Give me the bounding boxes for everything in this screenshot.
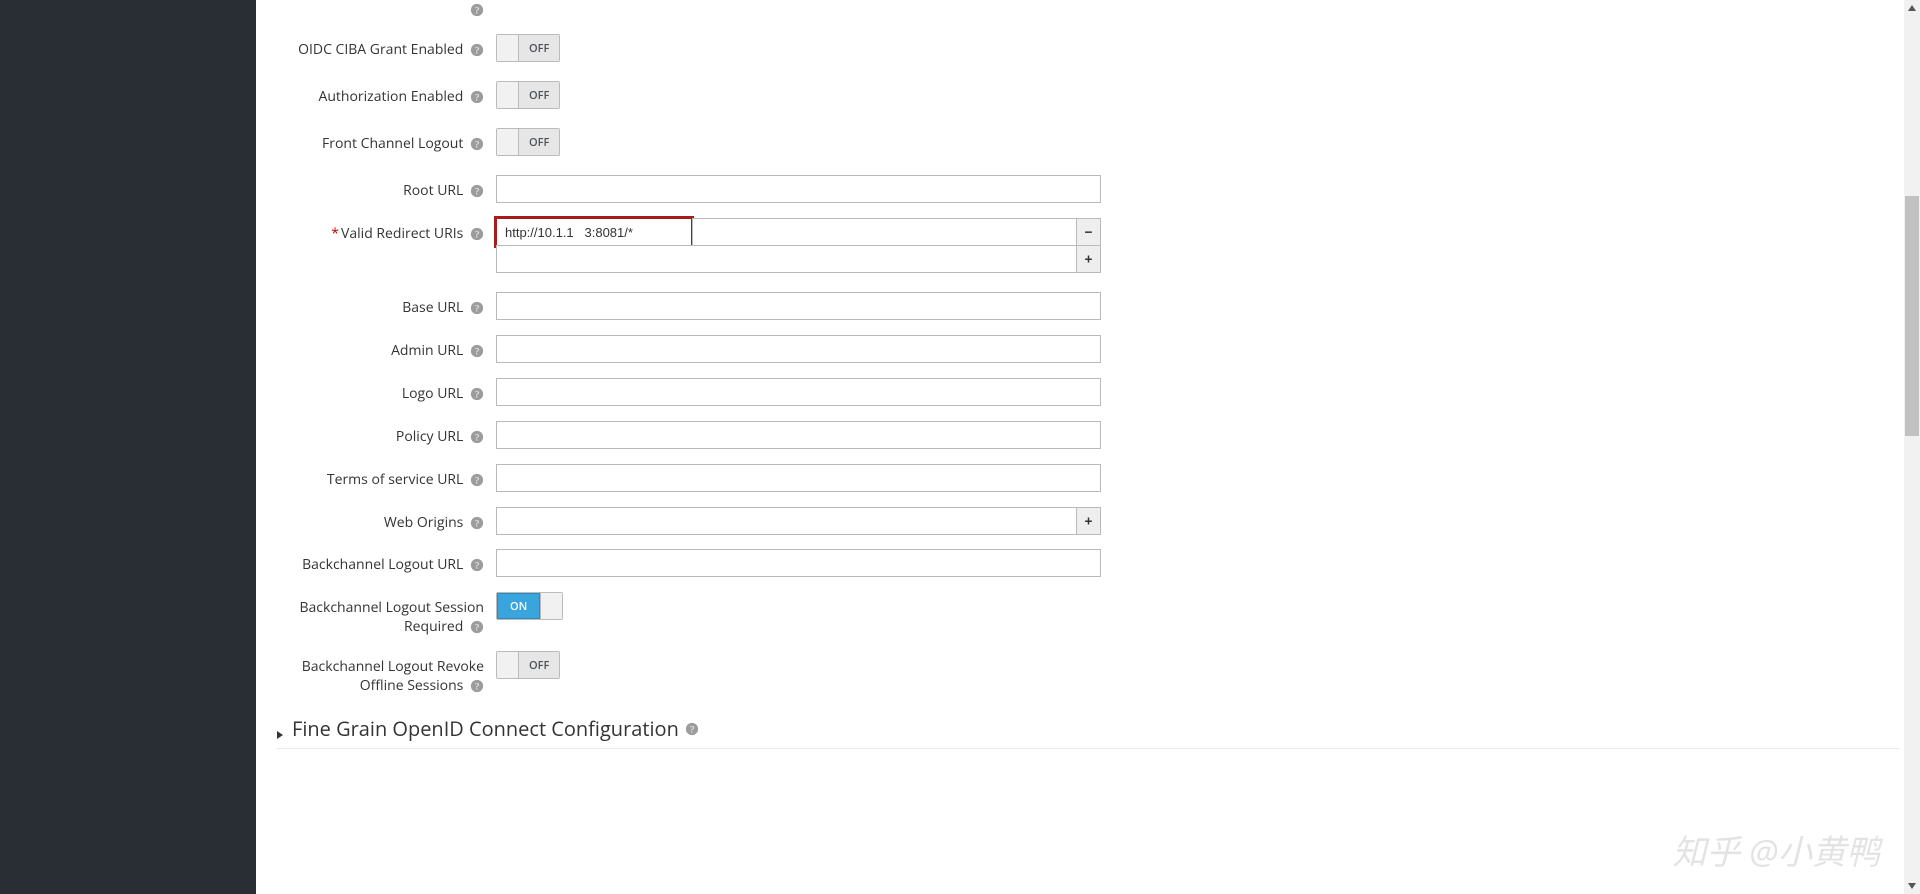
scroll-down-arrow-icon[interactable]	[1904, 878, 1920, 894]
front-channel-logout-label: Front Channel Logout ?	[276, 128, 496, 153]
scrollbar-thumb[interactable]	[1905, 196, 1919, 436]
tos-url-input[interactable]	[496, 464, 1101, 492]
help-icon[interactable]: ?	[470, 137, 484, 151]
svg-text:?: ?	[475, 347, 479, 358]
vertical-scrollbar[interactable]	[1904, 0, 1920, 894]
root-url-input[interactable]	[496, 175, 1101, 203]
backchannel-revoke-label: Backchannel Logout Revoke Offline Sessio…	[276, 651, 496, 695]
base-url-label: Base URL ?	[276, 292, 496, 317]
tos-url-label: Terms of service URL ?	[276, 464, 496, 489]
main-content: ? OIDC CIBA Grant Enabled ? OFF Authoriz…	[256, 0, 1920, 894]
svg-text:?: ?	[475, 304, 479, 315]
backchannel-logout-url-input[interactable]	[496, 549, 1101, 577]
svg-text:?: ?	[475, 6, 479, 17]
valid-redirect-uri-new-input[interactable]	[496, 245, 1077, 273]
oidc-ciba-label: OIDC CIBA Grant Enabled ?	[276, 34, 496, 59]
svg-text:?: ?	[690, 724, 694, 735]
help-icon[interactable]: ?	[470, 620, 484, 634]
svg-text:?: ?	[475, 187, 479, 198]
help-icon[interactable]: ?	[470, 227, 484, 241]
help-icon[interactable]: ?	[470, 473, 484, 487]
svg-text:?: ?	[475, 230, 479, 241]
remove-uri-button[interactable]: −	[1077, 218, 1101, 246]
base-url-input[interactable]	[496, 292, 1101, 320]
front-channel-logout-toggle[interactable]: OFF	[496, 128, 560, 156]
web-origins-input[interactable]	[496, 507, 1077, 535]
help-icon[interactable]: ?	[470, 387, 484, 401]
policy-url-label: Policy URL ?	[276, 421, 496, 446]
admin-url-input[interactable]	[496, 335, 1101, 363]
plus-icon: +	[1084, 512, 1092, 531]
svg-text:?: ?	[475, 433, 479, 444]
svg-text:?: ?	[475, 390, 479, 401]
backchannel-logout-url-label: Backchannel Logout URL ?	[276, 549, 496, 574]
valid-redirect-uris-label: *Valid Redirect URIs ?	[276, 218, 496, 243]
help-icon[interactable]: ?	[470, 430, 484, 444]
help-icon[interactable]: ?	[470, 301, 484, 315]
policy-url-input[interactable]	[496, 421, 1101, 449]
svg-text:?: ?	[475, 623, 479, 634]
fine-grain-section-header[interactable]: Fine Grain OpenID Connect Configuration …	[276, 715, 1900, 749]
add-web-origin-button[interactable]: +	[1077, 507, 1101, 535]
sidebar	[0, 0, 256, 894]
svg-text:?: ?	[475, 93, 479, 104]
oidc-ciba-toggle[interactable]: OFF	[496, 34, 560, 62]
backchannel-revoke-toggle[interactable]: OFF	[496, 651, 560, 679]
minus-icon: −	[1084, 223, 1092, 242]
svg-text:?: ?	[475, 46, 479, 57]
help-icon[interactable]: ?	[470, 43, 484, 57]
svg-text:?: ?	[475, 561, 479, 572]
svg-text:?: ?	[475, 140, 479, 151]
scroll-up-arrow-icon[interactable]	[1904, 0, 1920, 16]
svg-text:?: ?	[475, 476, 479, 487]
web-origins-label: Web Origins ?	[276, 507, 496, 532]
help-icon[interactable]: ?	[470, 3, 484, 17]
root-url-label: Root URL ?	[276, 175, 496, 200]
plus-icon: +	[1084, 250, 1092, 269]
admin-url-label: Admin URL ?	[276, 335, 496, 360]
watermark: 知乎 @小黄鸭	[1672, 825, 1880, 874]
authorization-enabled-toggle[interactable]: OFF	[496, 81, 560, 109]
section-title: Fine Grain OpenID Connect Configuration	[292, 715, 679, 742]
valid-redirect-uri-input-ext[interactable]	[692, 218, 1077, 246]
empty-label: ?	[276, 0, 496, 19]
help-icon[interactable]: ?	[685, 722, 699, 736]
svg-text:?: ?	[475, 519, 479, 530]
chevron-right-icon	[276, 725, 284, 733]
valid-redirect-uri-input[interactable]	[496, 218, 692, 246]
help-icon[interactable]: ?	[470, 558, 484, 572]
backchannel-session-label: Backchannel Logout Session Required ?	[276, 592, 496, 636]
help-icon[interactable]: ?	[470, 344, 484, 358]
help-icon[interactable]: ?	[470, 516, 484, 530]
backchannel-session-toggle[interactable]: ON	[496, 592, 563, 620]
help-icon[interactable]: ?	[470, 90, 484, 104]
svg-text:?: ?	[475, 682, 479, 693]
help-icon[interactable]: ?	[470, 679, 484, 693]
logo-url-input[interactable]	[496, 378, 1101, 406]
authorization-enabled-label: Authorization Enabled ?	[276, 81, 496, 106]
add-uri-button[interactable]: +	[1077, 245, 1101, 273]
help-icon[interactable]: ?	[470, 184, 484, 198]
scrollbar-track[interactable]	[1904, 16, 1920, 878]
logo-url-label: Logo URL ?	[276, 378, 496, 403]
